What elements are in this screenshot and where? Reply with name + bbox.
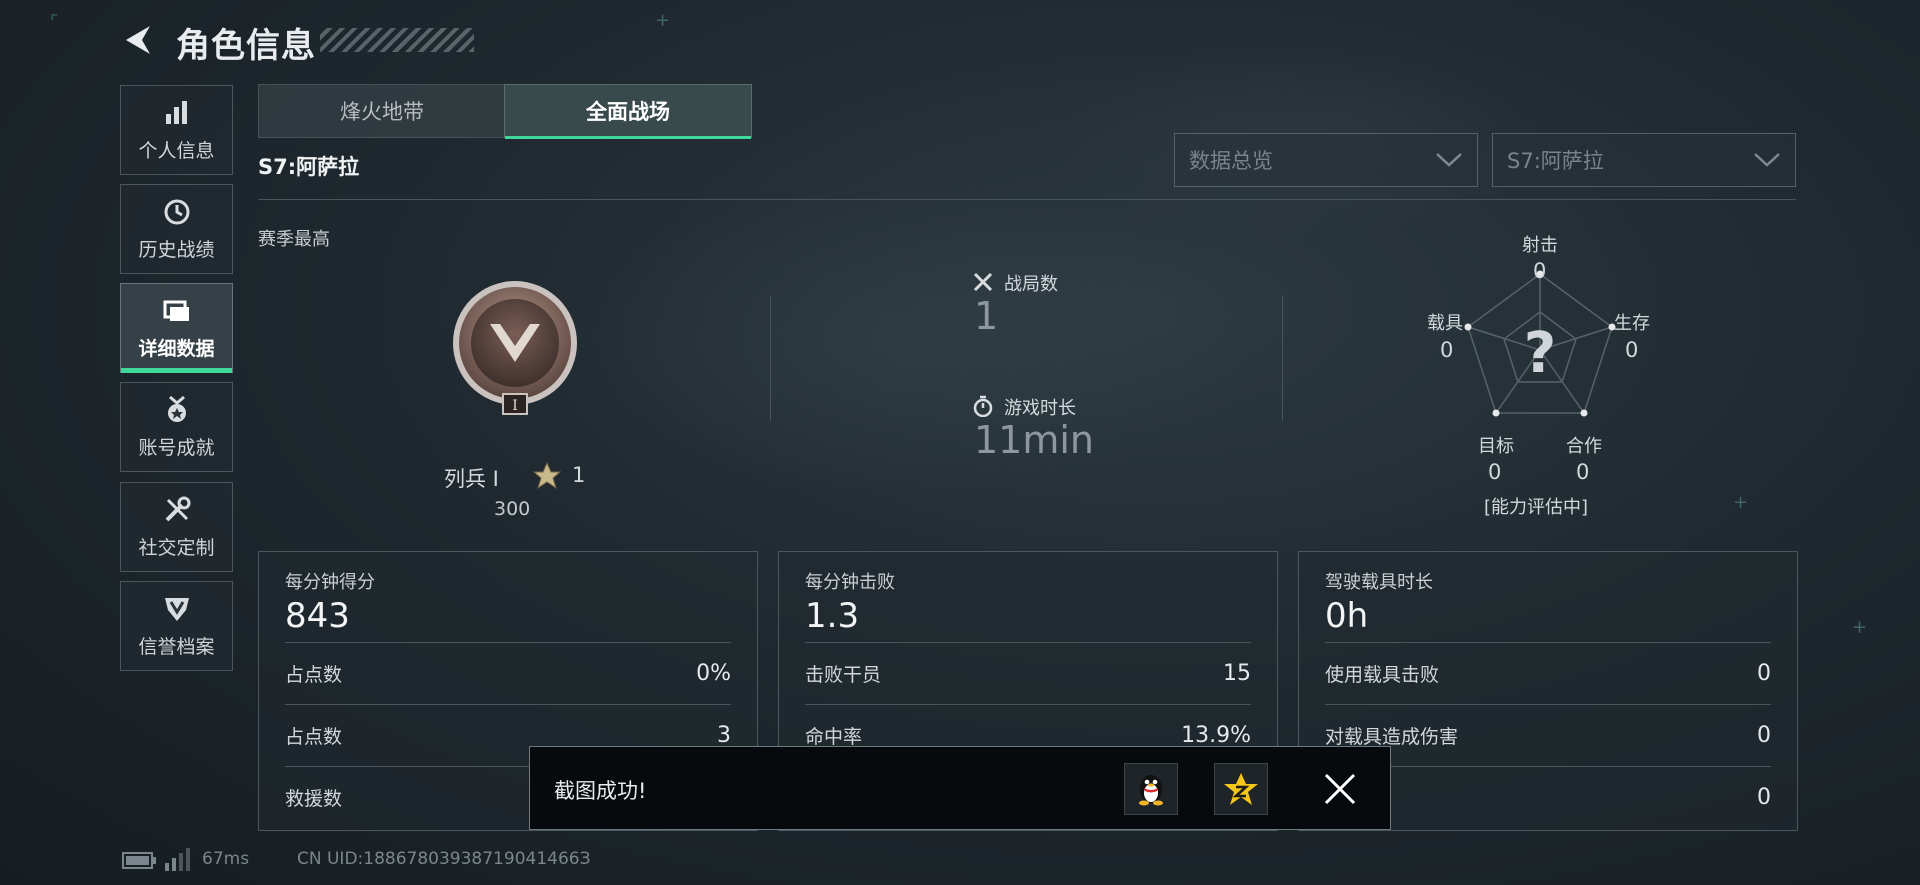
row-label: 救援数 <box>285 788 343 810</box>
radar-shooting-value: 0 <box>1533 259 1547 283</box>
row-value: 0 <box>1757 723 1771 748</box>
row-label: 命中率 <box>805 726 863 748</box>
row-label: 对载具造成伤害 <box>1325 726 1459 748</box>
divider <box>1282 296 1283 421</box>
sidebar-item-social-custom[interactable]: 社交定制 <box>120 482 233 572</box>
signal-strength-icon <box>165 848 190 871</box>
share-qzone-button[interactable] <box>1214 763 1268 815</box>
radar-center-mark: ? <box>1524 321 1556 386</box>
rank-badge-icon: I <box>453 281 577 415</box>
card-big-value: 0h <box>1325 596 1369 636</box>
medal-icon <box>167 395 186 422</box>
row-label: 占点数 <box>285 726 343 748</box>
row-value: 0 <box>1757 785 1771 810</box>
row-label: 占点数 <box>285 664 343 686</box>
table-row: 击败干员 15 <box>805 642 1251 704</box>
radar-vehicle-value: 0 <box>1440 338 1454 362</box>
shield-emblem-icon <box>164 597 189 621</box>
sidebar-item-label: 社交定制 <box>138 536 215 559</box>
rank-score: 300 <box>494 498 531 520</box>
user-uid: CN UID:18867803938719041466З <box>297 849 591 869</box>
page-title: 角色信息 <box>176 26 316 66</box>
sidebar-item-credit-record[interactable]: 信誉档案 <box>120 581 233 671</box>
season-dropdown-value: S7:阿萨拉 <box>1507 149 1604 173</box>
sidebar-item-label: 历史战绩 <box>138 238 215 261</box>
row-value: 0% <box>696 661 731 686</box>
radar-shooting-label: 射击 <box>1522 235 1558 256</box>
star-icon <box>532 461 562 490</box>
title-decoration <box>320 28 474 52</box>
sidebar-item-personal-info[interactable]: 个人信息 <box>120 85 233 175</box>
sidebar-item-label: 详细数据 <box>138 337 215 360</box>
overview-dropdown[interactable]: 数据总览 <box>1174 133 1478 187</box>
radar-cooperation-value: 0 <box>1576 460 1590 484</box>
bar-chart-icon <box>165 100 187 124</box>
rank-badge-numeral: I <box>512 398 518 414</box>
row-label: 击败干员 <box>805 664 882 686</box>
history-clock-icon <box>164 199 189 224</box>
tab-all-out-warfare[interactable]: 全面战场 <box>504 84 752 139</box>
battery-icon <box>122 852 156 869</box>
row-value: 15 <box>1223 661 1251 686</box>
stopwatch-icon <box>973 395 993 417</box>
divider <box>258 199 1796 200</box>
sidebar-item-label: 信誉档案 <box>138 635 215 658</box>
sidebar-item-achievements[interactable]: 账号成就 <box>120 382 233 472</box>
radar-cooperation-label: 合作 <box>1566 436 1602 457</box>
star-count: 1 <box>572 463 586 487</box>
overview-dropdown-value: 数据总览 <box>1189 149 1273 173</box>
ability-radar-chart: ? <box>1464 270 1616 417</box>
share-qq-button[interactable] <box>1124 763 1178 815</box>
screenshot-toast: 截图成功! <box>529 746 1391 830</box>
radar-vehicle-label: 载具 <box>1427 313 1463 334</box>
wrench-screwdriver-icon <box>165 496 190 521</box>
table-row: 对载具造成伤害 0 <box>1325 704 1771 766</box>
qq-penguin-icon <box>1139 775 1163 806</box>
card-heading: 驾驶载具时长 <box>1325 572 1433 593</box>
radar-status: [能力评估中] <box>1484 497 1589 518</box>
card-big-value: 843 <box>285 596 350 636</box>
table-row: 占点数 0% <box>285 642 731 704</box>
table-row: 具0 <box>1325 766 1771 828</box>
divider <box>770 296 771 421</box>
folder-stack-icon <box>163 300 189 321</box>
season-dropdown[interactable]: S7:阿萨拉 <box>1492 133 1796 187</box>
back-arrow-icon[interactable] <box>120 22 154 58</box>
table-row: 使用载具击败 0 <box>1325 642 1771 704</box>
radar-objective-label: 目标 <box>1478 436 1514 457</box>
chevron-down-icon <box>1436 153 1462 167</box>
radar-objective-value: 0 <box>1488 460 1502 484</box>
qzone-star-icon <box>1224 773 1258 805</box>
matches-value: 1 <box>974 294 999 338</box>
row-value: 13.9% <box>1181 723 1251 748</box>
row-value: 3 <box>717 723 731 748</box>
sidebar-item-history[interactable]: 历史战绩 <box>120 184 233 274</box>
playtime-label: 游戏时长 <box>1004 398 1076 419</box>
row-label: 使用载具击败 <box>1325 664 1440 686</box>
crossed-swords-icon <box>973 272 993 292</box>
row-value: 0 <box>1757 661 1771 686</box>
ping-readout: 67ms <box>202 849 250 869</box>
matches-label: 战局数 <box>1004 274 1058 295</box>
radar-survival-label: 生存 <box>1614 313 1650 334</box>
toast-message: 截图成功! <box>554 779 647 803</box>
season-title: S7:阿萨拉 <box>258 155 360 179</box>
playtime-value: 11min <box>974 418 1095 462</box>
chevron-down-icon <box>1754 153 1780 167</box>
card-heading: 每分钟得分 <box>285 572 375 593</box>
close-icon[interactable] <box>1320 769 1360 809</box>
sidebar-item-label: 个人信息 <box>138 139 215 162</box>
card-heading: 每分钟击败 <box>805 572 895 593</box>
rank-name: 列兵 I <box>444 467 499 491</box>
tab-beacon-zone[interactable]: 烽火地带 <box>258 84 506 138</box>
sidebar-item-detailed-data[interactable]: 详细数据 <box>120 283 233 373</box>
season-best-label: 赛季最高 <box>258 229 330 250</box>
card-big-value: 1.3 <box>805 596 860 636</box>
sidebar-item-label: 账号成就 <box>138 436 215 459</box>
radar-survival-value: 0 <box>1625 338 1639 362</box>
